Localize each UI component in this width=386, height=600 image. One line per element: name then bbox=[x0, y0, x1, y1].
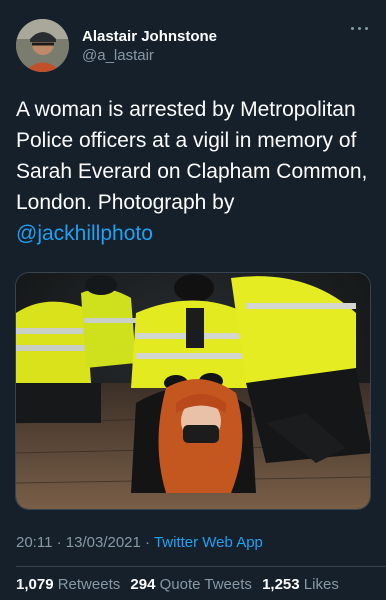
quotes-count: 294 bbox=[130, 576, 156, 593]
meta-separator: · bbox=[56, 534, 62, 551]
author-handle[interactable]: @a_lastair bbox=[82, 47, 154, 64]
likes-stat[interactable]: 1,253 Likes bbox=[262, 576, 339, 593]
more-options-icon[interactable] bbox=[350, 22, 370, 36]
tweet-photo[interactable] bbox=[15, 272, 371, 510]
tweet-stats: 1,079 Retweets 294 Quote Tweets 1,253 Li… bbox=[16, 576, 345, 593]
retweets-stat[interactable]: 1,079 Retweets bbox=[16, 576, 120, 593]
photo-image bbox=[16, 273, 370, 509]
quotes-label: Quote Tweets bbox=[159, 576, 252, 593]
tweet-text: A woman is arrested by Metropolitan Poli… bbox=[16, 94, 376, 249]
author-name[interactable]: Alastair Johnstone bbox=[82, 28, 217, 45]
avatar-image bbox=[16, 19, 69, 72]
tweet-time[interactable]: 20:11 bbox=[16, 534, 52, 551]
likes-count: 1,253 bbox=[262, 576, 300, 593]
likes-label: Likes bbox=[303, 576, 339, 593]
tweet-date[interactable]: 13/03/2021 bbox=[66, 534, 141, 551]
retweets-label: Retweets bbox=[57, 576, 121, 593]
meta-separator-2: · bbox=[145, 534, 151, 551]
quote-tweets-stat[interactable]: 294 Quote Tweets bbox=[130, 576, 251, 593]
tweet-header: Alastair Johnstone @a_lastair bbox=[16, 16, 372, 76]
mention-link[interactable]: @jackhillphoto bbox=[16, 222, 153, 245]
divider bbox=[16, 566, 386, 567]
source-app-link[interactable]: Twitter Web App bbox=[154, 534, 263, 551]
avatar[interactable] bbox=[16, 19, 69, 72]
retweets-count: 1,079 bbox=[16, 576, 54, 593]
tweet-body: A woman is arrested by Metropolitan Poli… bbox=[16, 98, 368, 214]
tweet-meta: 20:11 · 13/03/2021 · Twitter Web App bbox=[16, 534, 263, 551]
